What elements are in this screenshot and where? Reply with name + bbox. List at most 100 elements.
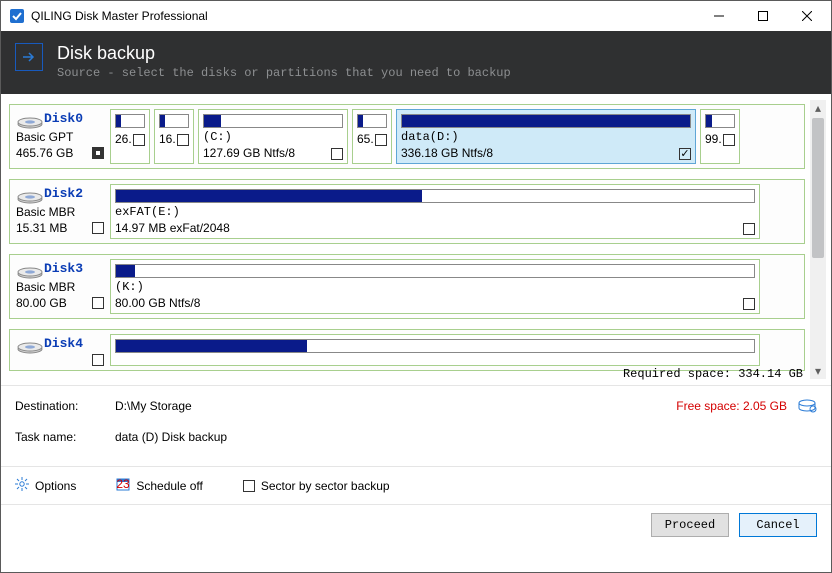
- partition[interactable]: 26.: [110, 109, 150, 164]
- close-button[interactable]: [785, 2, 829, 30]
- gear-icon: [15, 477, 29, 494]
- header-subtitle: Source - select the disks or partitions …: [57, 66, 511, 80]
- disk-row: Disk2 Basic MBR15.31 MB exFAT(E:) 14.97 MB …: [9, 179, 805, 244]
- required-space: Required space: 334.14 GB: [623, 367, 803, 381]
- scrollbar[interactable]: ▴ ▾: [810, 100, 826, 379]
- backup-header-icon: [15, 43, 43, 71]
- partition-checkbox[interactable]: [331, 148, 343, 160]
- partition[interactable]: exFAT(E:) 14.97 MB exFat/2048: [110, 184, 760, 239]
- partition-label: exFAT(E:): [111, 205, 759, 219]
- usage-bar: [115, 264, 755, 278]
- disk-icon: [16, 261, 44, 279]
- window-title: QILING Disk Master Professional: [31, 9, 697, 23]
- app-logo-icon: [9, 8, 25, 24]
- cancel-button[interactable]: Cancel: [739, 513, 817, 537]
- usage-bar: [705, 114, 735, 128]
- disk-head: Disk0 Basic GPT465.76 GB: [14, 109, 106, 164]
- usage-bar: [115, 189, 755, 203]
- disk-icon: [16, 186, 44, 204]
- minimize-button[interactable]: [697, 2, 741, 30]
- disk-type: Basic MBR: [16, 279, 106, 295]
- sector-label: Sector by sector backup: [261, 479, 390, 493]
- disk-name: Disk4: [44, 336, 83, 351]
- partition[interactable]: (K:) 80.00 GB Ntfs/8: [110, 259, 760, 314]
- partition-size: 16.: [159, 132, 176, 146]
- scroll-up-icon[interactable]: ▴: [810, 100, 826, 116]
- partition[interactable]: (C:) 127.69 GB Ntfs/8: [198, 109, 348, 164]
- scroll-thumb[interactable]: [812, 118, 824, 258]
- disk-list: Disk0 Basic GPT465.76 GB 26. 16. (C:) 127.69 …: [9, 104, 805, 379]
- svg-text:23: 23: [117, 477, 131, 491]
- titlebar: QILING Disk Master Professional: [1, 1, 831, 31]
- partition-checkbox[interactable]: [743, 223, 755, 235]
- footer: Proceed Cancel: [1, 504, 831, 545]
- partition-size: 65.: [357, 132, 374, 146]
- partition[interactable]: 16.: [154, 109, 194, 164]
- disk-type: Basic GPT: [16, 129, 106, 145]
- calendar-icon: 23: [116, 477, 130, 494]
- schedule-label: Schedule off: [136, 479, 203, 493]
- partition-label: data(D:): [397, 130, 695, 144]
- usage-bar: [159, 114, 189, 128]
- disk-checkbox[interactable]: [92, 297, 104, 309]
- usage-bar: [357, 114, 387, 128]
- maximize-button[interactable]: [741, 2, 785, 30]
- disk-size: 80.00 GB: [16, 295, 67, 311]
- schedule-button[interactable]: 23 Schedule off: [116, 477, 203, 494]
- partition-size: 14.97 MB exFat/2048: [115, 221, 230, 235]
- proceed-button[interactable]: Proceed: [651, 513, 729, 537]
- partition-checkbox[interactable]: [133, 134, 145, 146]
- free-space: Free space: 2.05 GB: [676, 399, 787, 413]
- destination-label: Destination:: [15, 399, 115, 413]
- partition-checkbox[interactable]: [177, 134, 189, 146]
- header: Disk backup Source - select the disks or…: [1, 31, 831, 94]
- header-title: Disk backup: [57, 43, 511, 64]
- destination-value[interactable]: D:\My Storage: [115, 399, 676, 413]
- sector-checkbox[interactable]: Sector by sector backup: [243, 479, 390, 493]
- disk-name: Disk0: [44, 111, 83, 126]
- disk-row: Disk0 Basic GPT465.76 GB 26. 16. (C:) 127.69 …: [9, 104, 805, 169]
- disk-checkbox[interactable]: [92, 147, 104, 159]
- task-row: Task name: data (D) Disk backup: [15, 430, 817, 444]
- partition[interactable]: 65.: [352, 109, 392, 164]
- disk-head: Disk4: [14, 334, 106, 366]
- partition-label: (K:): [111, 280, 759, 294]
- partition-size: 80.00 GB Ntfs/8: [115, 296, 200, 310]
- partition-checkbox[interactable]: [375, 134, 387, 146]
- partition-size: 127.69 GB Ntfs/8: [203, 146, 295, 160]
- partition-size: 99.: [705, 132, 722, 146]
- task-value[interactable]: data (D) Disk backup: [115, 430, 817, 444]
- partition-checkbox[interactable]: [679, 148, 691, 160]
- options-label: Options: [35, 479, 76, 493]
- disk-area: Disk0 Basic GPT465.76 GB 26. 16. (C:) 127.69 …: [1, 94, 831, 386]
- disk-icon: [16, 336, 44, 354]
- fields: Destination: D:\My Storage Free space: 2…: [1, 386, 831, 466]
- options-row: Options 23 Schedule off Sector by sector…: [1, 466, 831, 504]
- partition[interactable]: [110, 334, 760, 366]
- browse-icon[interactable]: [797, 398, 817, 414]
- disk-name: Disk2: [44, 186, 83, 201]
- partition-label: (C:): [199, 130, 347, 144]
- scroll-down-icon[interactable]: ▾: [810, 363, 826, 379]
- usage-bar: [115, 114, 145, 128]
- disk-size: 465.76 GB: [16, 145, 73, 161]
- disk-checkbox[interactable]: [92, 222, 104, 234]
- options-button[interactable]: Options: [15, 477, 76, 494]
- destination-row: Destination: D:\My Storage Free space: 2…: [15, 398, 817, 414]
- partition-size: 26.: [115, 132, 132, 146]
- partition-checkbox[interactable]: [743, 298, 755, 310]
- disk-checkbox[interactable]: [92, 354, 104, 366]
- partition-size: 336.18 GB Ntfs/8: [401, 146, 493, 160]
- partition-checkbox[interactable]: [723, 134, 735, 146]
- disk-head: Disk2 Basic MBR15.31 MB: [14, 184, 106, 239]
- disk-size: 15.31 MB: [16, 220, 67, 236]
- disk-type: Basic MBR: [16, 204, 106, 220]
- disk-name: Disk3: [44, 261, 83, 276]
- partition[interactable]: 99.: [700, 109, 740, 164]
- usage-bar: [203, 114, 343, 128]
- disk-row: Disk3 Basic MBR80.00 GB (K:) 80.00 GB Ntfs/…: [9, 254, 805, 319]
- checkbox-icon: [243, 480, 255, 492]
- partition[interactable]: data(D:) 336.18 GB Ntfs/8: [396, 109, 696, 164]
- usage-bar: [115, 339, 755, 353]
- task-label: Task name:: [15, 430, 115, 444]
